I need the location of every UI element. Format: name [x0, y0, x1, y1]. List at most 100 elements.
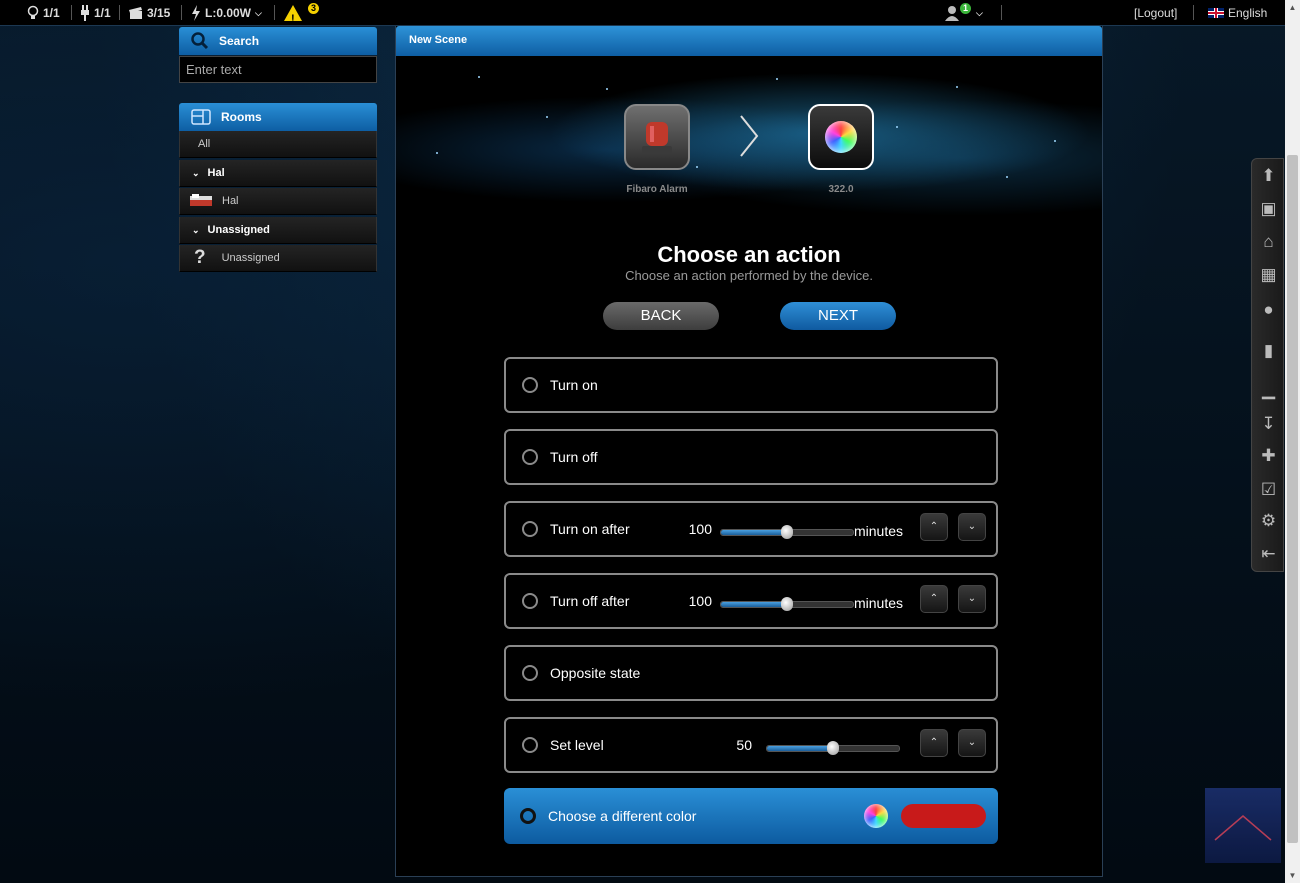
divider — [71, 5, 72, 20]
lights-status[interactable]: 1/1 — [27, 0, 60, 25]
option-turn-off[interactable]: Turn off — [504, 429, 998, 485]
new-scene-panel: New Scene Fibaro Alarm 322.0 Choose an a… — [395, 26, 1103, 877]
language-label: English — [1228, 5, 1268, 20]
lightbulb-icon[interactable]: ● — [1252, 295, 1285, 325]
device-banner: Fibaro Alarm 322.0 — [396, 56, 1102, 226]
top-status-bar: 1/1 1/1 3/15 L:0.00W ⌵ 3 1 ⌵ [Logout] En… — [0, 0, 1285, 31]
radio-button[interactable] — [522, 377, 538, 393]
delay-unit: minutes — [854, 595, 904, 611]
room-group-hal[interactable]: ⌄ Hal — [179, 160, 377, 187]
star-decoration — [956, 86, 958, 88]
back-to-top-button[interactable] — [1205, 788, 1281, 863]
option-label: Turn off — [550, 449, 598, 465]
bed-icon — [190, 194, 212, 206]
star-decoration — [436, 152, 438, 154]
calendar-check-icon[interactable]: ☑ — [1252, 475, 1285, 505]
scenes-status[interactable]: 3/15 — [129, 0, 170, 25]
room-item-unassigned[interactable]: ? Unassigned — [179, 245, 377, 272]
radio-button[interactable] — [522, 521, 538, 537]
chevron-down-icon: ⌵ — [976, 7, 983, 18]
logout-link[interactable]: [Logout] — [1134, 0, 1177, 25]
rooms-icon[interactable]: ▦ — [1252, 260, 1285, 290]
device-tile-color[interactable] — [808, 104, 874, 170]
alerts-button[interactable]: 3 — [284, 0, 319, 31]
room-group-unassigned[interactable]: ⌄ Unassigned — [179, 217, 377, 244]
radio-button[interactable] — [522, 449, 538, 465]
increment-button[interactable]: ⌃ — [920, 513, 948, 541]
page-scrollbar[interactable]: ▲ ▼ — [1285, 0, 1300, 883]
option-choose-color[interactable]: Choose a different color — [504, 788, 998, 844]
increment-button[interactable]: ⌃ — [920, 585, 948, 613]
slider-handle[interactable] — [781, 597, 793, 611]
option-set-level[interactable]: Set level 50 ⌃ ⌄ — [504, 717, 998, 773]
clapperboard-icon[interactable]: ▮ — [1252, 336, 1285, 366]
room-label: Hal — [222, 195, 239, 207]
star-decoration — [696, 166, 698, 168]
siren-icon — [642, 122, 672, 154]
option-label: Set level — [550, 737, 604, 753]
slider-fill — [721, 530, 787, 535]
search-input[interactable] — [179, 56, 377, 83]
decrement-button[interactable]: ⌄ — [958, 513, 986, 541]
chevron-down-icon: ⌄ — [967, 593, 977, 604]
divider — [181, 5, 182, 20]
chart-icon[interactable]: ▁ — [1252, 375, 1285, 405]
divider — [1193, 5, 1194, 20]
gear-icon[interactable]: ⚙ — [1252, 506, 1285, 536]
save-icon[interactable]: ▣ — [1252, 194, 1285, 224]
plugs-count: 1/1 — [94, 5, 111, 20]
delay-slider[interactable] — [720, 597, 854, 611]
radio-button[interactable] — [522, 737, 538, 753]
star-decoration — [896, 126, 898, 128]
level-slider[interactable] — [766, 741, 900, 755]
power-status[interactable]: L:0.00W ⌵ — [191, 0, 262, 25]
color-picker-icon[interactable] — [864, 804, 888, 828]
radio-button[interactable] — [520, 808, 536, 824]
chevron-down-icon: ⌄ — [192, 167, 200, 178]
back-button[interactable]: BACK — [603, 302, 719, 330]
divider — [1001, 5, 1002, 20]
option-turn-on-after[interactable]: Turn on after 100 minutes ⌃ ⌄ — [504, 501, 998, 557]
radio-button[interactable] — [522, 593, 538, 609]
star-decoration — [606, 88, 608, 90]
scroll-thumb[interactable] — [1287, 155, 1298, 843]
user-menu[interactable]: 1 ⌵ — [944, 0, 983, 25]
slider-fill — [721, 602, 787, 607]
divider — [274, 5, 275, 20]
home-icon[interactable]: ⌂ — [1252, 227, 1285, 257]
color-swatch[interactable] — [901, 804, 986, 828]
user-icon — [945, 5, 959, 21]
option-turn-off-after[interactable]: Turn off after 100 minutes ⌃ ⌄ — [504, 573, 998, 629]
room-filter-label: All — [198, 138, 211, 150]
decrement-button[interactable]: ⌄ — [958, 585, 986, 613]
slider-handle[interactable] — [827, 741, 839, 755]
rooms-icon — [191, 109, 211, 125]
alerts-badge: 3 — [308, 3, 319, 14]
next-button[interactable]: NEXT — [780, 302, 896, 330]
delay-slider[interactable] — [720, 525, 854, 539]
language-selector[interactable]: English — [1208, 0, 1267, 25]
star-decoration — [776, 78, 778, 80]
device-tile-fibaro-alarm[interactable] — [624, 104, 690, 170]
search-panel-header: Search — [179, 27, 377, 55]
download-icon[interactable]: ↧ — [1252, 409, 1285, 439]
decrement-button[interactable]: ⌄ — [958, 729, 986, 757]
panel-title: New Scene — [396, 26, 1102, 56]
increment-button[interactable]: ⌃ — [920, 729, 948, 757]
action-subheading: Choose an action performed by the device… — [625, 268, 873, 283]
option-opposite-state[interactable]: Opposite state — [504, 645, 998, 701]
slider-handle[interactable] — [781, 525, 793, 539]
scroll-down-arrow-icon[interactable]: ▼ — [1285, 868, 1300, 883]
upload-arrow-icon[interactable]: ⬆ — [1252, 161, 1285, 191]
exit-icon[interactable]: ⇤ — [1252, 539, 1285, 569]
delay-unit: minutes — [854, 523, 904, 539]
plugin-icon[interactable]: ✚ — [1252, 441, 1285, 471]
radio-button[interactable] — [522, 665, 538, 681]
room-item-hal[interactable]: Hal — [179, 188, 377, 215]
scroll-up-arrow-icon[interactable]: ▲ — [1285, 0, 1300, 15]
option-turn-on[interactable]: Turn on — [504, 357, 998, 413]
plugs-status[interactable]: 1/1 — [80, 0, 111, 25]
room-filter-all[interactable]: All — [179, 131, 377, 158]
plug-icon — [81, 4, 89, 21]
chevron-up-icon: ⌃ — [929, 593, 939, 604]
